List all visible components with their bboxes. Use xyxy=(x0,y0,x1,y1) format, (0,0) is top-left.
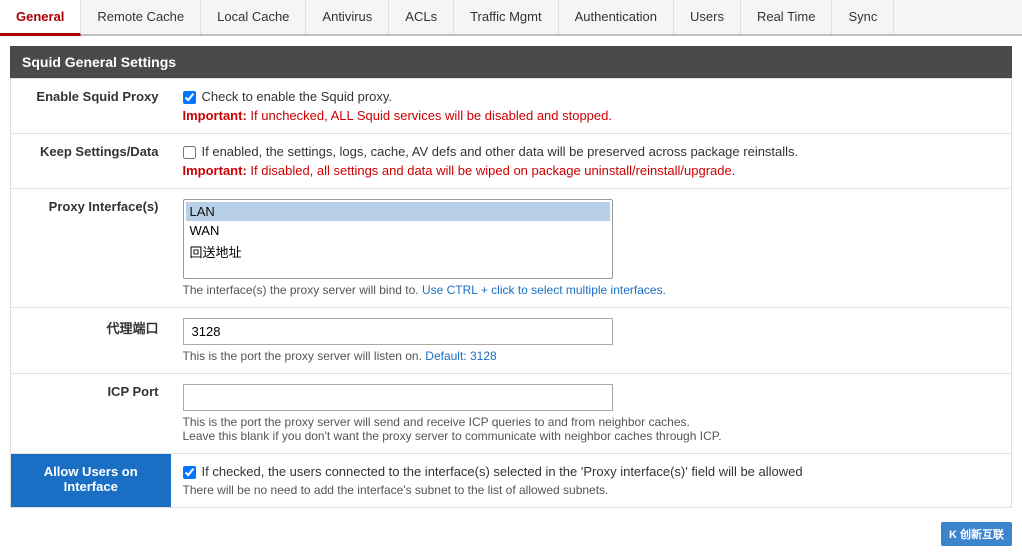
tab-remote-cache[interactable]: Remote Cache xyxy=(81,0,201,34)
proxy-interfaces-hint: The interface(s) the proxy server will b… xyxy=(183,283,419,297)
watermark: K 创新互联 xyxy=(941,522,1012,546)
keep-settings-important-text: If disabled, all settings and data will … xyxy=(250,163,735,178)
table-row: ICP Port This is the port the proxy serv… xyxy=(11,374,1012,454)
field-label-icp-port: ICP Port xyxy=(11,374,171,454)
field-label-proxy-port: 代理端口 xyxy=(11,308,171,374)
table-row: Enable Squid Proxy Check to enable the S… xyxy=(11,79,1012,134)
keep-settings-checkbox[interactable] xyxy=(183,146,196,159)
table-row: Proxy Interface(s) LANWAN回送地址 The interf… xyxy=(11,189,1012,308)
allow-users-hint: There will be no need to add the interfa… xyxy=(183,483,609,497)
settings-table: Enable Squid Proxy Check to enable the S… xyxy=(10,78,1012,508)
enable-squid-important-label: Important: xyxy=(183,108,247,123)
watermark-text: K 创新互联 xyxy=(941,522,1012,546)
section-title: Squid General Settings xyxy=(22,54,176,70)
enable-squid-important-text: If unchecked, ALL Squid services will be… xyxy=(250,108,612,123)
enable-squid-label: Check to enable the Squid proxy. xyxy=(202,89,393,104)
tab-traffic-mgmt[interactable]: Traffic Mgmt xyxy=(454,0,559,34)
tab-authentication[interactable]: Authentication xyxy=(559,0,674,34)
proxy-port-hint: This is the port the proxy server will l… xyxy=(183,349,422,363)
field-value-icp-port: This is the port the proxy server will s… xyxy=(171,374,1012,454)
tab-general[interactable]: General xyxy=(0,0,81,36)
table-row: Allow Users on Interface If checked, the… xyxy=(11,454,1012,508)
tab-sync[interactable]: Sync xyxy=(832,0,894,34)
proxy-interfaces-link[interactable]: Use CTRL + click to select multiple inte… xyxy=(422,283,666,297)
table-row: 代理端口 This is the port the proxy server w… xyxy=(11,308,1012,374)
tab-users[interactable]: Users xyxy=(674,0,741,34)
proxy-port-default: Default: 3128 xyxy=(425,349,496,363)
tab-navigation: GeneralRemote CacheLocal CacheAntivirusA… xyxy=(0,0,1022,36)
field-label-allow-users: Allow Users on Interface xyxy=(11,454,171,508)
tab-real-time[interactable]: Real Time xyxy=(741,0,833,34)
allow-users-label: If checked, the users connected to the i… xyxy=(202,464,803,479)
main-content: Squid General Settings Enable Squid Prox… xyxy=(0,36,1022,518)
field-value-allow-users: If checked, the users connected to the i… xyxy=(171,454,1012,508)
field-label-proxy-interfaces: Proxy Interface(s) xyxy=(11,189,171,308)
keep-settings-label: If enabled, the settings, logs, cache, A… xyxy=(202,144,799,159)
table-row: Keep Settings/Data If enabled, the setti… xyxy=(11,134,1012,189)
field-label-keep-settings: Keep Settings/Data xyxy=(11,134,171,189)
keep-settings-important-label: Important: xyxy=(183,163,247,178)
proxy-port-input[interactable] xyxy=(183,318,613,345)
icp-port-hint1: This is the port the proxy server will s… xyxy=(183,415,1000,429)
icp-port-input[interactable] xyxy=(183,384,613,411)
section-header: Squid General Settings xyxy=(10,46,1012,78)
enable-squid-checkbox[interactable] xyxy=(183,91,196,104)
tab-local-cache[interactable]: Local Cache xyxy=(201,0,306,34)
tab-antivirus[interactable]: Antivirus xyxy=(306,0,389,34)
proxy-interfaces-select[interactable]: LANWAN回送地址 xyxy=(183,199,613,279)
field-value-keep-settings: If enabled, the settings, logs, cache, A… xyxy=(171,134,1012,189)
tab-acls[interactable]: ACLs xyxy=(389,0,454,34)
allow-users-checkbox[interactable] xyxy=(183,466,196,479)
field-label-enable-squid: Enable Squid Proxy xyxy=(11,79,171,134)
field-value-proxy-port: This is the port the proxy server will l… xyxy=(171,308,1012,374)
field-value-proxy-interfaces: LANWAN回送地址 The interface(s) the proxy se… xyxy=(171,189,1012,308)
icp-port-hint2: Leave this blank if you don't want the p… xyxy=(183,429,1000,443)
field-value-enable-squid: Check to enable the Squid proxy. Importa… xyxy=(171,79,1012,134)
